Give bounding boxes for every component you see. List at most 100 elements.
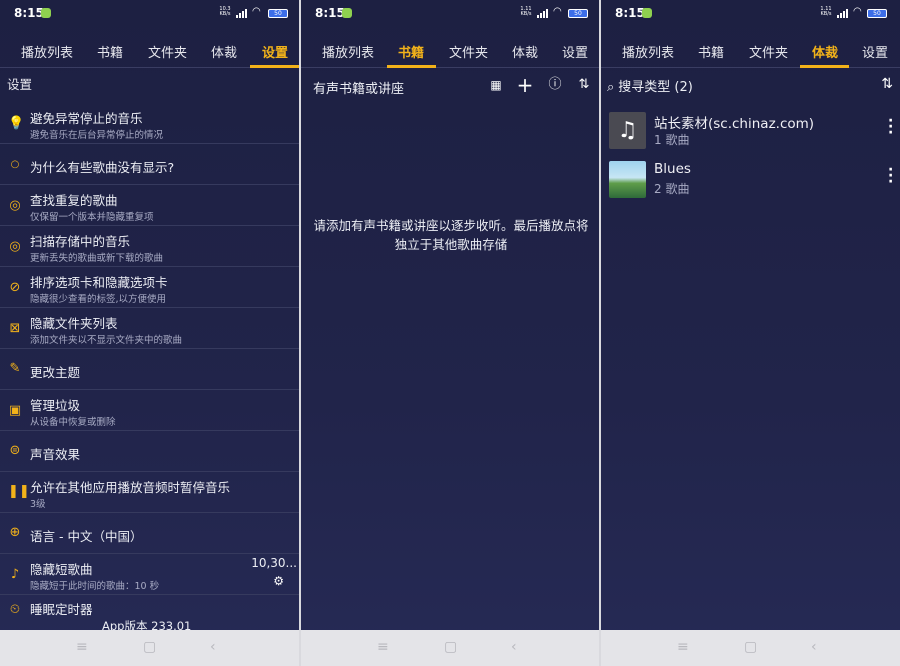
status-bar: 8:15 1.11 KB/s ◠ 50 bbox=[601, 0, 900, 28]
app-notification-icon bbox=[642, 8, 652, 18]
tab-books[interactable]: 书籍 bbox=[97, 42, 123, 61]
genre-item[interactable]: ♫ 站长素材(sc.chinaz.com) 1 歌曲 · · · bbox=[601, 106, 900, 154]
setting-hide-short-songs[interactable]: ♪ 隐藏短歌曲 隐藏短于此时间的歌曲：10 秒 10,30... ⚙ bbox=[0, 554, 299, 595]
battery-icon: 50 bbox=[268, 9, 288, 18]
empty-state-message: 请添加有声书籍或讲座以逐步收听。最后播放点将独立于其他歌曲存储 bbox=[313, 218, 589, 252]
add-icon[interactable]: + bbox=[516, 75, 534, 95]
setting-language[interactable]: ⊕ 语言 - 中文（中国） bbox=[0, 513, 299, 554]
setting-find-duplicates[interactable]: ◎ 查找重复的歌曲 仅保留一个版本并隐藏重复项 bbox=[0, 185, 299, 226]
tab-genres[interactable]: 体裁 bbox=[812, 42, 838, 61]
tab-genres[interactable]: 体裁 bbox=[512, 42, 538, 61]
genre-name: Blues bbox=[654, 161, 691, 177]
signal-icon bbox=[837, 9, 849, 18]
menu-icon[interactable]: ≡ bbox=[377, 639, 389, 655]
tab-books[interactable]: 书籍 bbox=[398, 42, 424, 61]
signal-icon bbox=[236, 9, 248, 18]
menu-icon[interactable]: ≡ bbox=[76, 639, 88, 655]
status-time: 8:15 bbox=[315, 6, 345, 20]
more-options-icon[interactable]: · · · bbox=[888, 114, 893, 140]
tab-settings[interactable]: 设置 bbox=[562, 42, 588, 61]
folder-hide-icon: ⊠ bbox=[9, 321, 21, 336]
setting-sort-tabs[interactable]: ⊘ 排序选项卡和隐藏选项卡 隐藏很少查看的标签,以方便使用 bbox=[0, 267, 299, 308]
genre-name: 站长素材(sc.chinaz.com) bbox=[654, 116, 815, 132]
setting-sound-effects[interactable]: ⊜ 声音效果 bbox=[0, 431, 299, 472]
tab-folders[interactable]: 文件夹 bbox=[449, 42, 488, 61]
back-icon[interactable]: ‹ bbox=[210, 639, 216, 655]
menu-icon[interactable]: ≡ bbox=[677, 639, 689, 655]
scan-music-icon: ◎ bbox=[9, 239, 21, 254]
lightbulb-icon: 💡 bbox=[8, 116, 25, 131]
album-art-landscape bbox=[609, 161, 646, 198]
equalizer-icon: ⊜ bbox=[9, 443, 21, 458]
setting-hide-folders[interactable]: ⊠ 隐藏文件夹列表 添加文件夹以不显示文件夹中的歌曲 bbox=[0, 308, 299, 349]
tab-bar: 播放列表 书籍 文件夹 体裁 设置 bbox=[301, 36, 600, 68]
battery-icon: 50 bbox=[867, 9, 887, 18]
tab-folders[interactable]: 文件夹 bbox=[749, 42, 788, 61]
wifi-icon: ◠ bbox=[853, 6, 862, 17]
status-time: 8:15 bbox=[615, 6, 645, 20]
search-icon: ⌕ bbox=[607, 80, 615, 95]
gear-icon[interactable]: ⚙ bbox=[273, 574, 284, 588]
setting-change-theme[interactable]: ✎ 更改主题 bbox=[0, 349, 299, 390]
view-toggle-icon[interactable]: ▦ bbox=[487, 76, 505, 94]
active-tab-indicator bbox=[800, 65, 849, 68]
tab-playlists[interactable]: 播放列表 bbox=[622, 42, 674, 61]
back-icon[interactable]: ‹ bbox=[811, 639, 817, 655]
system-nav-bar: ≡ ▢ ‹ bbox=[0, 630, 299, 666]
setting-manage-trash[interactable]: ▣ 管理垃圾 从设备中恢复或删除 bbox=[0, 390, 299, 431]
tab-settings[interactable]: 设置 bbox=[862, 42, 888, 61]
wifi-icon: ◠ bbox=[252, 6, 261, 17]
home-icon[interactable]: ▢ bbox=[143, 639, 156, 655]
chat-bubble-icon: ○ bbox=[10, 159, 20, 170]
genre-item[interactable]: Blues 2 歌曲 · · · bbox=[601, 155, 900, 203]
tab-settings[interactable]: 设置 bbox=[262, 42, 288, 61]
settings-screen: 8:15 10.3 KB/s ◠ 50 播放列表 书籍 文件夹 体裁 设置 设置… bbox=[0, 0, 299, 666]
books-screen: 8:15 1.11 KB/s ◠ 50 播放列表 书籍 文件夹 体裁 设置 有声… bbox=[301, 0, 600, 666]
home-icon[interactable]: ▢ bbox=[744, 639, 757, 655]
page-title: 设置 bbox=[7, 77, 33, 92]
setting-scan-storage[interactable]: ◎ 扫描存储中的音乐 更新丢失的歌曲或新下载的歌曲 bbox=[0, 226, 299, 267]
tab-genres[interactable]: 体裁 bbox=[211, 42, 237, 61]
more-options-icon[interactable]: · · · bbox=[888, 163, 893, 189]
network-speed: 1.11 KB/s bbox=[820, 6, 832, 17]
setting-avoid-stop[interactable]: 💡 避免异常停止的音乐 避免音乐在后台异常停止的情况 bbox=[0, 103, 299, 144]
help-icon[interactable]: ⓘ bbox=[546, 76, 564, 94]
status-time: 8:15 bbox=[14, 6, 44, 20]
active-tab-indicator bbox=[387, 65, 436, 68]
tab-playlists[interactable]: 播放列表 bbox=[21, 42, 73, 61]
pause-icon: ❚❚ bbox=[8, 484, 30, 499]
search-music-icon: ◎ bbox=[9, 198, 21, 213]
tab-bar: 播放列表 书籍 文件夹 体裁 设置 bbox=[601, 36, 900, 68]
short-song-icon: ♪ bbox=[10, 567, 20, 582]
music-note-icon: ♫ bbox=[609, 112, 646, 149]
sort-icon[interactable]: ⇅ bbox=[575, 76, 593, 94]
setting-pause-other-audio[interactable]: ❚❚ 允许在其他应用播放音频时暂停音乐 3级 bbox=[0, 472, 299, 513]
setting-missing-songs[interactable]: ○ 为什么有些歌曲没有显示? bbox=[0, 144, 299, 185]
genres-screen: 8:15 1.11 KB/s ◠ 50 播放列表 书籍 文件夹 体裁 设置 ⌕ 搜… bbox=[601, 0, 900, 666]
genre-count: 2 歌曲 bbox=[654, 182, 690, 196]
status-bar: 8:15 10.3 KB/s ◠ 50 bbox=[0, 0, 299, 28]
signal-icon bbox=[537, 9, 549, 18]
globe-icon: ⊕ bbox=[9, 525, 21, 540]
short-song-values: 10,30... bbox=[251, 556, 297, 570]
network-speed: 10.3 KB/s bbox=[219, 6, 231, 17]
status-bar: 8:15 1.11 KB/s ◠ 50 bbox=[301, 0, 600, 28]
tab-playlists[interactable]: 播放列表 bbox=[322, 42, 374, 61]
system-nav-bar: ≡ ▢ ‹ bbox=[601, 630, 900, 666]
sort-icon[interactable]: ⇅ bbox=[881, 76, 893, 92]
trash-icon: ▣ bbox=[8, 403, 22, 418]
system-nav-bar: ≡ ▢ ‹ bbox=[301, 630, 600, 666]
home-icon[interactable]: ▢ bbox=[444, 639, 457, 655]
tab-folders[interactable]: 文件夹 bbox=[148, 42, 187, 61]
active-tab-indicator bbox=[250, 65, 299, 68]
app-notification-icon bbox=[41, 8, 51, 18]
tab-bar: 播放列表 书籍 文件夹 体裁 设置 bbox=[0, 36, 299, 68]
tab-books[interactable]: 书籍 bbox=[698, 42, 724, 61]
books-header: 有声书籍或讲座 bbox=[313, 82, 405, 97]
genre-search[interactable]: ⌕ 搜寻类型 (2) bbox=[607, 76, 693, 95]
eye-off-icon: ⊘ bbox=[9, 280, 21, 295]
genre-count: 1 歌曲 bbox=[654, 133, 690, 147]
back-icon[interactable]: ‹ bbox=[511, 639, 517, 655]
sleep-timer-icon: ⏲ bbox=[9, 602, 21, 617]
search-label: 搜寻类型 (2) bbox=[618, 80, 693, 95]
